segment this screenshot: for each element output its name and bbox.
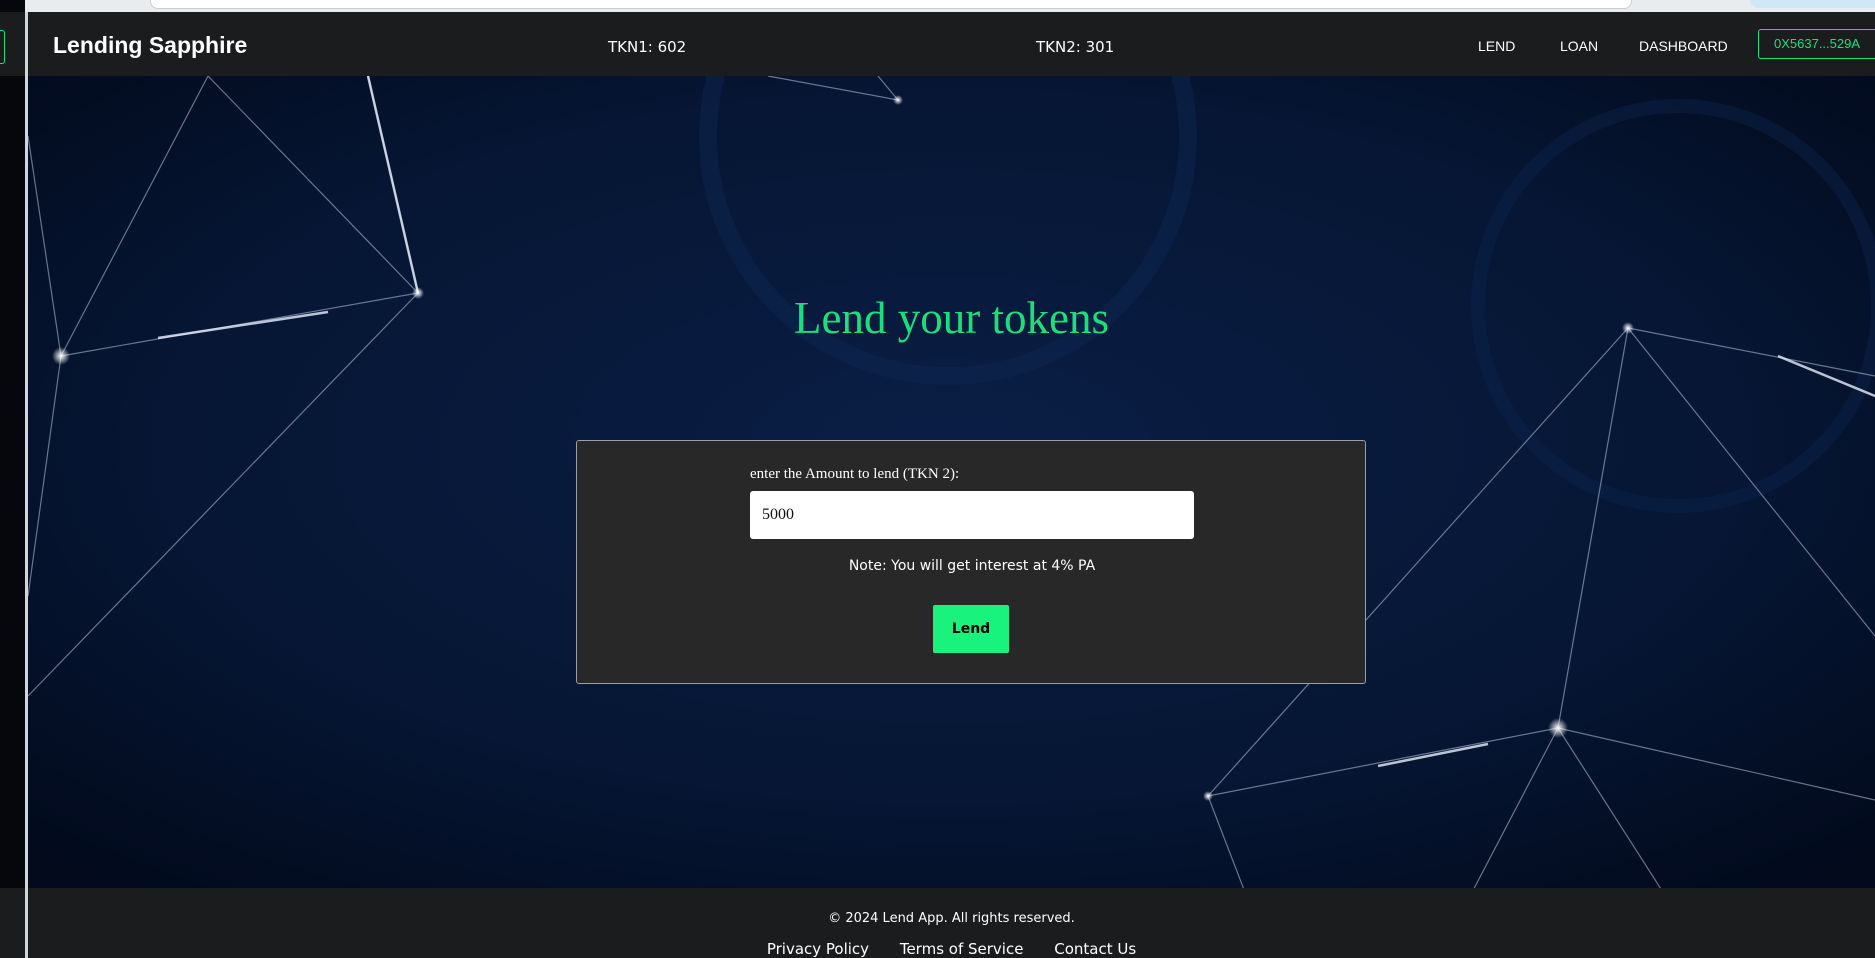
adjacent-window-footer xyxy=(0,888,25,958)
privacy-policy-link[interactable]: Privacy Policy xyxy=(767,940,869,958)
page-footer: © 2024 Lend App. All rights reserved. Pr… xyxy=(28,888,1875,958)
browser-control-edge xyxy=(1750,0,1875,8)
nav-link-loan[interactable]: LOAN xyxy=(1560,38,1598,54)
page-title: Lend your tokens xyxy=(794,293,1109,343)
interest-note: Note: You will get interest at 4% PA xyxy=(848,558,1096,574)
browser-top-edge xyxy=(25,0,1875,12)
footer-links: Privacy Policy Terms of Service Contact … xyxy=(28,940,1875,958)
terms-of-service-link[interactable]: Terms of Service xyxy=(900,940,1024,958)
lend-form-card: enter the Amount to lend (TKN 2): Note: … xyxy=(576,440,1366,684)
adjacent-window-edge xyxy=(0,0,28,958)
wallet-address-button[interactable]: 0X5637...529A xyxy=(1758,29,1875,59)
amount-label: enter the Amount to lend (TKN 2): xyxy=(750,466,960,482)
tkn2-balance: TKN2: 301 xyxy=(1036,38,1115,56)
brand-logo-text[interactable]: Lending Sapphire xyxy=(53,32,247,59)
lending-app: Lending Sapphire TKN1: 602 TKN2: 301 LEN… xyxy=(28,12,1875,958)
amount-input[interactable] xyxy=(750,491,1194,539)
adjacent-window-button xyxy=(0,30,5,64)
copyright-text: © 2024 Lend App. All rights reserved. xyxy=(828,911,1075,926)
tkn1-balance: TKN1: 602 xyxy=(608,38,687,56)
address-bar-edge xyxy=(150,0,1632,9)
contact-us-link[interactable]: Contact Us xyxy=(1054,940,1136,958)
nav-link-lend[interactable]: LEND xyxy=(1478,38,1515,54)
top-navbar: Lending Sapphire TKN1: 602 TKN2: 301 LEN… xyxy=(28,12,1875,76)
lend-button[interactable]: Lend xyxy=(933,605,1009,653)
nav-link-dashboard[interactable]: DASHBOARD xyxy=(1639,38,1728,54)
